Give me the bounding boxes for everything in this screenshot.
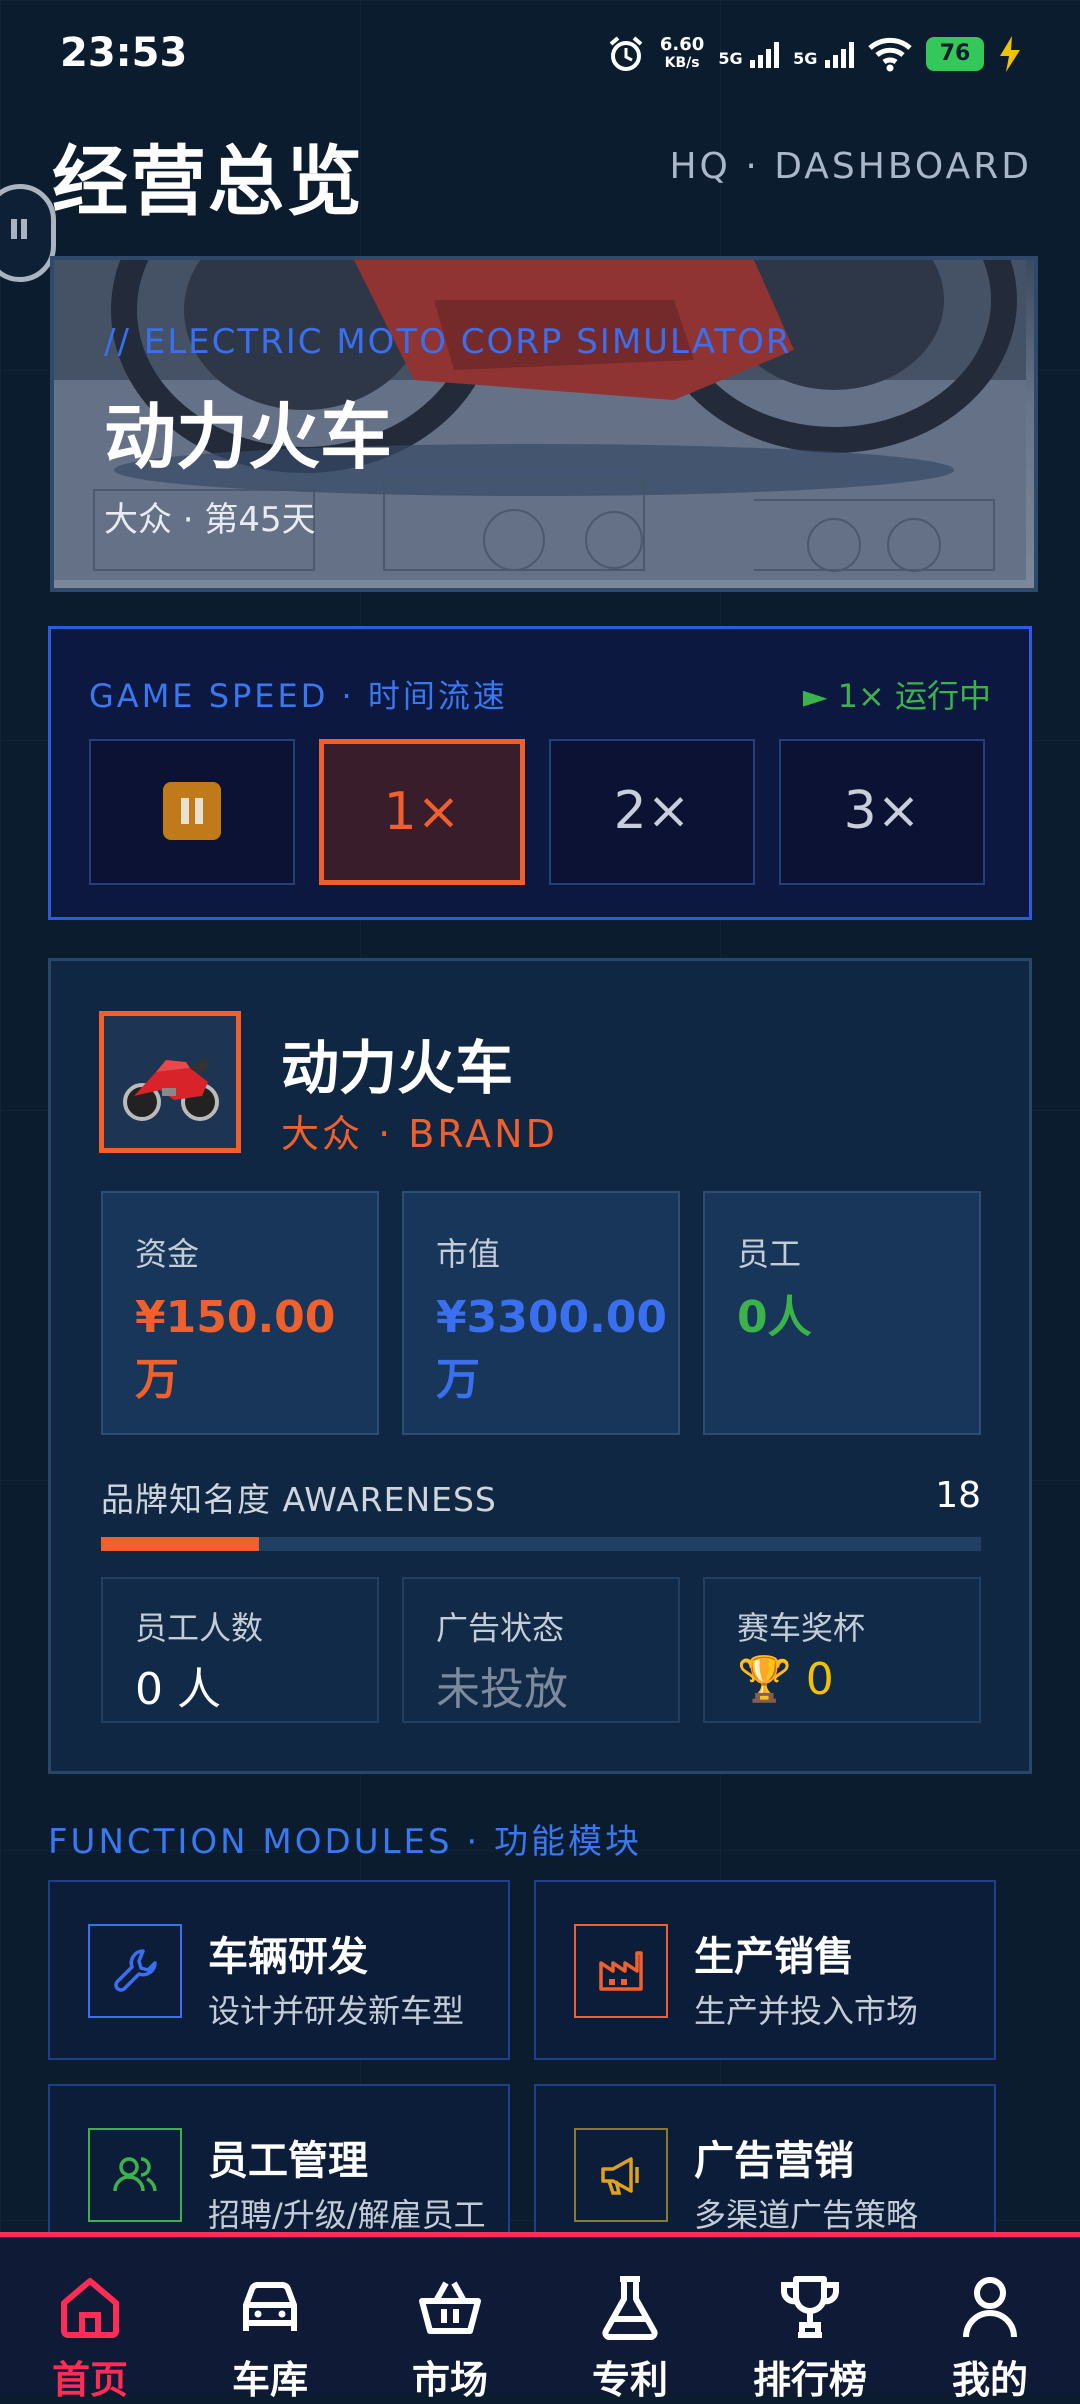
company-brand: 大众 · BRAND (281, 1112, 558, 1156)
awareness-progress-fill (101, 1537, 260, 1551)
pause-icon (163, 782, 221, 840)
hero-day-counter: 大众 · 第45天 (104, 500, 316, 540)
stat-card-market-value: 市值 ¥3300.00万 (402, 1191, 680, 1435)
mini-value: 未投放 (436, 1664, 568, 1715)
pause-button[interactable] (89, 739, 295, 885)
module-desc: 多渠道广告策略 (694, 2196, 919, 2234)
module-title: 生产销售 (694, 1934, 854, 1980)
status-icons: 6.60 KB/s 5G 5G 76 (606, 34, 1022, 74)
mini-label: 广告状态 (436, 1609, 565, 1647)
mini-card-trophies: 赛车奖杯 🏆 0 (703, 1577, 981, 1723)
awareness-value: 18 (935, 1475, 981, 1516)
trophy-icon (781, 2276, 839, 2338)
company-logo (99, 1011, 241, 1153)
megaphone-icon (574, 2128, 668, 2222)
mini-card-staff-count: 员工人数 0 人 (101, 1577, 379, 1723)
nav-profile[interactable]: 我的 (900, 2271, 1080, 2404)
stat-card-employees: 员工 0人 (703, 1191, 981, 1435)
module-desc: 生产并投入市场 (694, 1992, 919, 2030)
nav-garage[interactable]: 车库 (180, 2271, 360, 2404)
module-production-sales[interactable]: 生产销售 生产并投入市场 (534, 1880, 996, 2060)
module-title: 员工管理 (208, 2138, 368, 2184)
flask-icon (602, 2276, 658, 2340)
nav-home[interactable]: 首页 (0, 2271, 180, 2404)
game-speed-label: GAME SPEED · 时间流速 (89, 677, 508, 715)
signal-sim2-icon: 5G (793, 40, 854, 68)
module-desc: 设计并研发新车型 (208, 1992, 465, 2030)
nav-patents[interactable]: 专利 (540, 2271, 720, 2404)
clock: 23:53 (60, 30, 188, 76)
bottom-navigation: 首页 车库 市场 专利 排行榜 我的 (0, 2232, 1080, 2402)
basket-icon (419, 2281, 481, 2334)
user-icon (963, 2277, 1017, 2338)
hero-tagline: // ELECTRIC MOTO CORP SIMULATOR (104, 322, 792, 362)
game-speed-panel: GAME SPEED · 时间流速 ► 1× 运行中 1× 2× 3× (48, 626, 1032, 920)
trophy-icon: 🏆 (737, 1654, 792, 1705)
company-name: 动力火车 (281, 1034, 514, 1102)
network-speed: 6.60 KB/s (659, 34, 705, 72)
stat-card-funds: 资金 ¥150.00万 (101, 1191, 379, 1435)
battery-indicator: 76 (926, 37, 984, 71)
nav-market[interactable]: 市场 (360, 2271, 540, 2404)
page-title: 经营总览 (52, 137, 364, 226)
charging-icon (1000, 36, 1020, 72)
wifi-icon (868, 37, 912, 72)
module-vehicle-rnd[interactable]: 车辆研发 设计并研发新车型 (48, 1880, 510, 2060)
status-bar: 23:53 6.60 KB/s 5G 5G 76 (0, 0, 1080, 116)
mini-card-ad-status: 广告状态 未投放 (402, 1577, 680, 1723)
people-icon (88, 2128, 182, 2222)
speed-2x-button[interactable]: 2× (549, 739, 755, 885)
hero-banner: // ELECTRIC MOTO CORP SIMULATOR 动力火车 大众 … (50, 256, 1038, 592)
mini-label: 员工人数 (135, 1609, 264, 1647)
page-subtitle: HQ · DASHBOARD (669, 146, 1032, 187)
home-icon (61, 2278, 119, 2338)
company-overview-card: 动力火车 大众 · BRAND 资金 ¥150.00万 市值 ¥3300.00万… (48, 958, 1032, 1774)
game-speed-status: ► 1× 运行中 (802, 677, 991, 715)
car-icon (243, 2282, 297, 2331)
motorcycle-icon (123, 1058, 219, 1121)
speed-1x-button[interactable]: 1× (319, 739, 525, 885)
mini-label: 赛车奖杯 (737, 1609, 866, 1647)
module-desc: 招聘/升级/解雇员工 (208, 2196, 486, 2234)
stat-label: 员工 (737, 1235, 802, 1273)
nav-leaderboard[interactable]: 排行榜 (720, 2271, 900, 2404)
factory-icon (574, 1924, 668, 2018)
mini-value: 🏆 0 (737, 1654, 834, 1705)
stat-label: 市值 (436, 1235, 501, 1273)
floating-ball-handle[interactable] (0, 184, 56, 282)
stat-label: 资金 (135, 1235, 200, 1273)
signal-sim1-icon: 5G (718, 40, 780, 68)
stat-value: ¥150.00万 (135, 1292, 336, 1405)
module-title: 车辆研发 (208, 1934, 368, 1980)
module-title: 广告营销 (694, 2138, 854, 2184)
awareness-label: 品牌知名度 AWARENESS (101, 1480, 497, 1519)
stat-value: ¥3300.00万 (436, 1292, 668, 1405)
wrench-icon (88, 1924, 182, 2018)
modules-section-label: FUNCTION MODULES · 功能模块 (48, 1822, 643, 1862)
hero-company-name: 动力火车 (104, 395, 393, 479)
mini-value: 0 人 (135, 1664, 221, 1715)
awareness-progress-bar (101, 1537, 981, 1551)
alarm-icon (609, 36, 643, 71)
stat-value: 0人 (737, 1292, 812, 1343)
speed-3x-button[interactable]: 3× (779, 739, 985, 885)
